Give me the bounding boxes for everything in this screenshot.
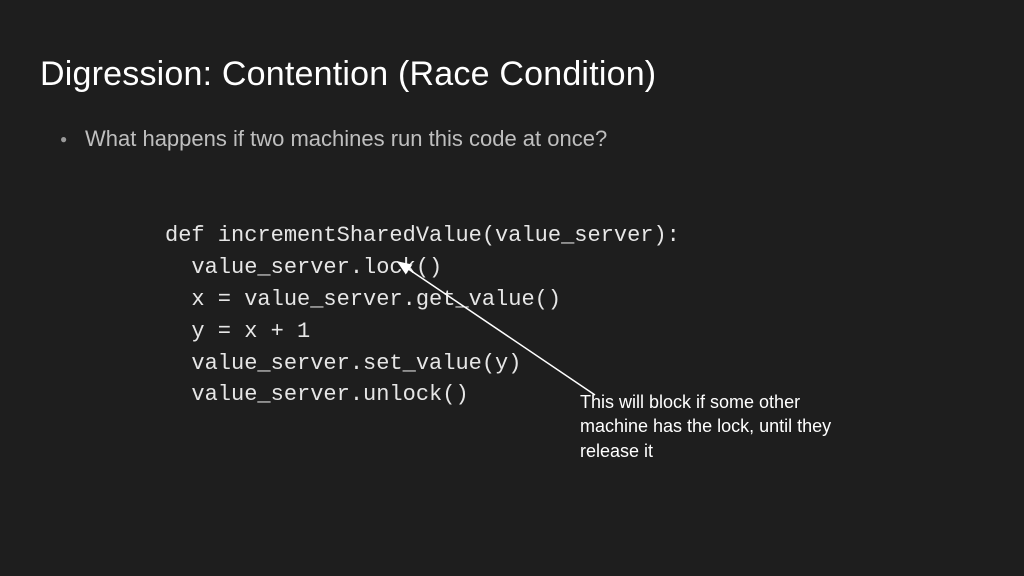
code-line: x = value_server.get_value() xyxy=(165,287,561,312)
code-line: value_server.lock() xyxy=(165,255,442,280)
bullet-list: What happens if two machines run this co… xyxy=(40,124,984,155)
code-block: def incrementSharedValue(value_server): … xyxy=(165,220,680,411)
code-line: def incrementSharedValue(value_server): xyxy=(165,223,680,248)
code-line: value_server.unlock() xyxy=(165,382,469,407)
code-line: value_server.set_value(y) xyxy=(165,351,521,376)
slide-title: Digression: Contention (Race Condition) xyxy=(40,55,984,94)
annotation-text: This will block if some other machine ha… xyxy=(580,390,835,463)
bullet-item: What happens if two machines run this co… xyxy=(60,124,984,155)
code-line: y = x + 1 xyxy=(165,319,310,344)
slide: Digression: Contention (Race Condition) … xyxy=(0,0,1024,576)
